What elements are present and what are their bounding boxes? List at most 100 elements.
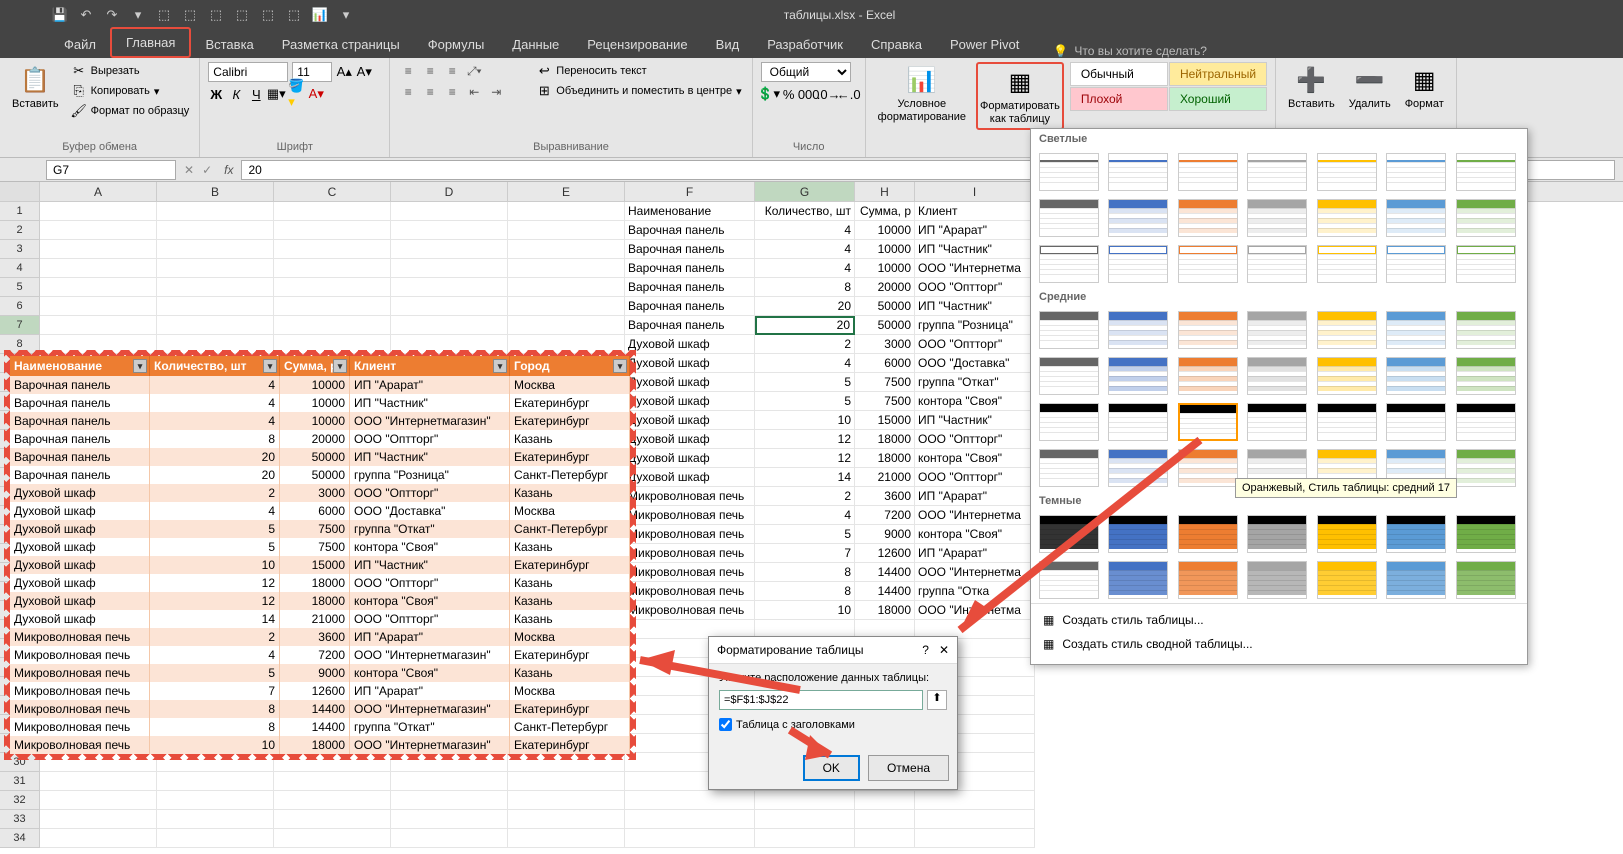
cell[interactable]: [274, 791, 391, 810]
align-middle-icon[interactable]: ≡: [420, 62, 440, 80]
cell[interactable]: Микроволновая печь: [625, 525, 755, 544]
cell[interactable]: [915, 791, 1035, 810]
select-all-corner[interactable]: [0, 182, 40, 201]
cell[interactable]: Духовой шкаф: [625, 411, 755, 430]
cell[interactable]: [391, 259, 508, 278]
table-style-thumb[interactable]: [1317, 515, 1377, 553]
row-header[interactable]: 5: [0, 278, 40, 297]
cell[interactable]: 7500: [855, 392, 915, 411]
cell[interactable]: [915, 810, 1035, 829]
cell[interactable]: 20: [755, 297, 855, 316]
wrap-text-button[interactable]: ↩Переносить текст: [534, 62, 743, 80]
cell[interactable]: Сумма, р: [855, 202, 915, 221]
cell[interactable]: [40, 791, 157, 810]
cell[interactable]: 5: [755, 373, 855, 392]
range-picker-icon[interactable]: ⬆: [927, 690, 947, 710]
table-style-thumb[interactable]: [1317, 311, 1377, 349]
table-style-thumb[interactable]: [1317, 561, 1377, 599]
filter-dropdown-icon[interactable]: ▾: [133, 359, 147, 373]
table-style-thumb[interactable]: [1456, 311, 1516, 349]
cell[interactable]: [157, 297, 274, 316]
cell[interactable]: Варочная панель: [625, 240, 755, 259]
table-style-thumb[interactable]: [1317, 245, 1377, 283]
cell[interactable]: [40, 316, 157, 335]
cell[interactable]: 4: [755, 221, 855, 240]
cell[interactable]: 14400: [855, 563, 915, 582]
currency-icon[interactable]: 💲▾: [761, 86, 777, 102]
cell[interactable]: [391, 791, 508, 810]
cell[interactable]: группа "Откат": [915, 373, 1035, 392]
name-box[interactable]: [46, 160, 176, 180]
table-style-thumb[interactable]: [1247, 403, 1307, 441]
cell[interactable]: [508, 772, 625, 791]
table-style-thumb[interactable]: [1247, 357, 1307, 395]
table-column-header[interactable]: Количество, шт▾: [150, 356, 280, 376]
cell[interactable]: [157, 772, 274, 791]
cell[interactable]: группа "Розница": [915, 316, 1035, 335]
column-header-G[interactable]: G: [755, 182, 855, 201]
cell[interactable]: 6000: [855, 354, 915, 373]
cell[interactable]: Варочная панель: [625, 297, 755, 316]
cell[interactable]: [391, 240, 508, 259]
cell[interactable]: [755, 810, 855, 829]
cell[interactable]: [157, 278, 274, 297]
font-color-button[interactable]: A▾: [308, 86, 324, 102]
cell[interactable]: 7200: [855, 506, 915, 525]
cell[interactable]: Варочная панель: [625, 316, 755, 335]
row-header[interactable]: 6: [0, 297, 40, 316]
table-column-header[interactable]: Город▾: [510, 356, 630, 376]
dec-decimal-icon[interactable]: ←.0: [841, 86, 857, 102]
cell[interactable]: 18000: [855, 430, 915, 449]
column-header-C[interactable]: C: [274, 182, 391, 201]
font-name-select[interactable]: [208, 62, 288, 82]
cell[interactable]: Микроволновая печь: [625, 601, 755, 620]
format-as-table-button[interactable]: ▦ Форматировать как таблицу: [976, 62, 1064, 130]
table-style-thumb[interactable]: [1039, 357, 1099, 395]
cell[interactable]: [508, 316, 625, 335]
cell[interactable]: [391, 772, 508, 791]
cell[interactable]: 18000: [855, 601, 915, 620]
cell[interactable]: [157, 791, 274, 810]
paste-button[interactable]: 📋 Вставить: [8, 62, 63, 113]
align-center-icon[interactable]: ≡: [420, 83, 440, 101]
table-style-thumb[interactable]: [1456, 449, 1516, 487]
cell[interactable]: [508, 791, 625, 810]
cell[interactable]: [274, 278, 391, 297]
comma-icon[interactable]: 000: [801, 86, 817, 102]
table-style-thumb[interactable]: [1178, 153, 1238, 191]
qat-icon[interactable]: ⬚: [154, 5, 174, 25]
cell[interactable]: Духовой шкаф: [625, 392, 755, 411]
cell[interactable]: [391, 829, 508, 848]
tab-developer[interactable]: Разработчик: [753, 31, 857, 58]
table-style-thumb[interactable]: [1386, 357, 1446, 395]
tab-layout[interactable]: Разметка страницы: [268, 31, 414, 58]
cell[interactable]: Духовой шкаф: [625, 468, 755, 487]
number-format-select[interactable]: Общий: [761, 62, 851, 82]
save-icon[interactable]: 💾: [50, 5, 70, 25]
table-style-thumb[interactable]: [1108, 245, 1168, 283]
cell[interactable]: 15000: [855, 411, 915, 430]
cell[interactable]: [391, 278, 508, 297]
cell[interactable]: [508, 829, 625, 848]
cell[interactable]: [157, 202, 274, 221]
cell[interactable]: [755, 791, 855, 810]
table-style-thumb[interactable]: [1247, 245, 1307, 283]
cell[interactable]: [157, 240, 274, 259]
cell[interactable]: [391, 810, 508, 829]
enter-formula-icon[interactable]: ✓: [198, 163, 216, 177]
cell[interactable]: [274, 829, 391, 848]
table-style-thumb[interactable]: [1178, 311, 1238, 349]
filter-dropdown-icon[interactable]: ▾: [613, 359, 627, 373]
row-header[interactable]: 2: [0, 221, 40, 240]
cell[interactable]: [274, 810, 391, 829]
table-style-thumb[interactable]: [1247, 153, 1307, 191]
tab-data[interactable]: Данные: [498, 31, 573, 58]
cell[interactable]: 21000: [855, 468, 915, 487]
table-style-thumb[interactable]: [1039, 153, 1099, 191]
cell[interactable]: [508, 278, 625, 297]
cell[interactable]: Микроволновая печь: [625, 506, 755, 525]
fill-color-button[interactable]: 🪣▾: [288, 86, 304, 102]
redo-icon[interactable]: ↷: [102, 5, 122, 25]
qat-icon[interactable]: 📊: [310, 5, 330, 25]
cell[interactable]: 14400: [855, 582, 915, 601]
